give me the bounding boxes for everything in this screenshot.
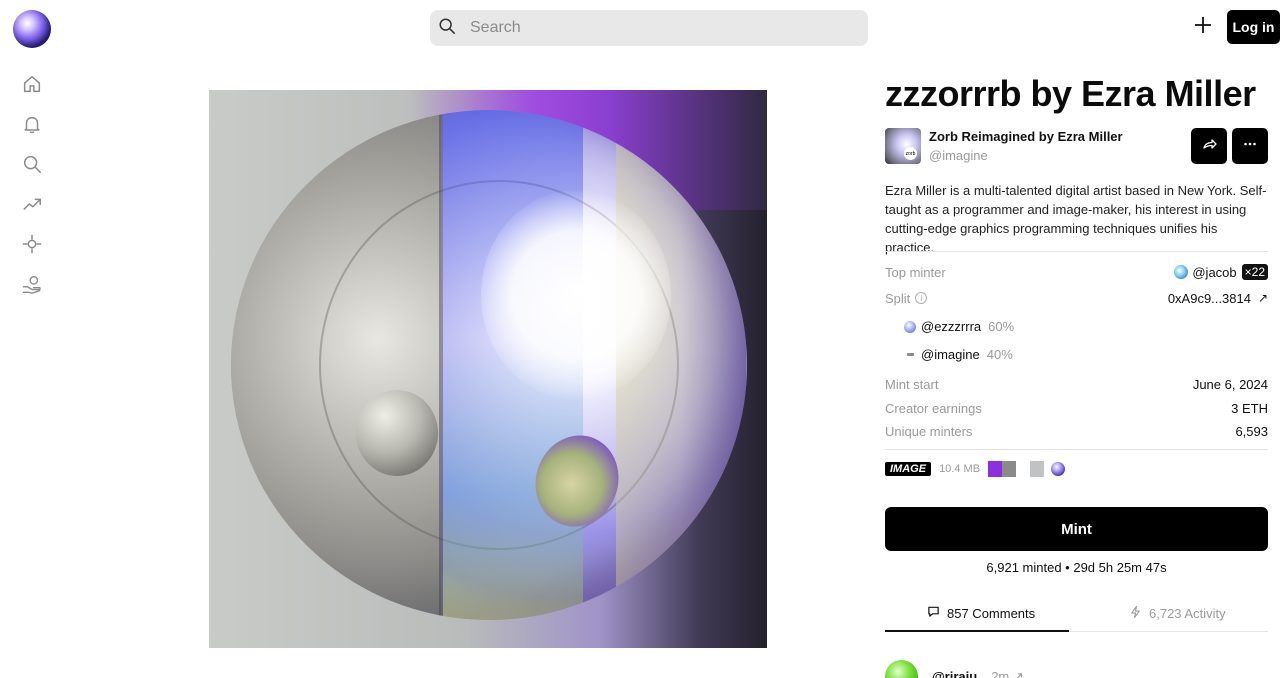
media-type-badge: IMAGE <box>885 462 932 476</box>
media-size: 10.4 MB <box>939 463 981 475</box>
split-label: Split <box>885 290 911 306</box>
lightning-icon <box>1129 605 1149 622</box>
comment-time: 2m ↗ <box>991 668 1024 678</box>
token-description: Ezra Miller is a multi-talented digital … <box>885 183 1267 255</box>
sidebar-nav <box>18 72 48 312</box>
tab-divider <box>1069 631 1268 632</box>
search-icon <box>21 153 43 180</box>
unique-minters-value: 6,593 <box>1235 423 1268 439</box>
divider <box>885 251 1268 252</box>
mint-start-row: Mint start June 6, 2024 <box>885 375 1268 393</box>
creator-earnings-label: Creator earnings <box>885 400 982 416</box>
hand-coin-icon <box>21 273 43 300</box>
creator-earnings-row: Creator earnings 3 ETH <box>885 399 1268 417</box>
divider <box>885 449 1268 450</box>
color-swatch <box>988 461 1003 477</box>
unique-minters-label: Unique minters <box>885 423 973 439</box>
app-logo-orb[interactable] <box>13 10 51 48</box>
collection-thumb-badge: zorb <box>904 147 917 160</box>
token-title: zzzorrrb by Ezra Miller <box>885 73 1256 114</box>
split-row: Split i 0xA9c9...3814 ↗ <box>885 289 1268 307</box>
comment-user[interactable]: @rjraju <box>932 669 977 678</box>
top-minter-label: Top minter <box>885 264 946 280</box>
sidebar-item-explore[interactable] <box>18 232 46 260</box>
bell-icon <box>21 113 43 140</box>
split-recipient[interactable]: @imagine 40% <box>904 347 1013 362</box>
tab-comments[interactable]: 857 Comments <box>927 603 1035 623</box>
mint-start-value: June 6, 2024 <box>1192 376 1268 392</box>
split-recipient-name: @ezzzrrra <box>921 319 982 334</box>
top-minter-row: Top minter @jacob ×22 <box>885 263 1268 281</box>
login-button[interactable]: Log in <box>1227 10 1280 44</box>
comment-icon <box>927 605 947 621</box>
search-placeholder: Search <box>470 19 521 36</box>
mint-count-badge: ×22 <box>1241 264 1268 280</box>
collection-name[interactable]: Zorb Reimagined by Ezra Miller <box>929 129 1123 144</box>
color-swatch <box>1002 461 1017 477</box>
sphere-inner-ball <box>356 390 438 476</box>
trending-icon <box>21 193 43 220</box>
artwork-image[interactable] <box>209 90 767 648</box>
split-recipient-pct: 40% <box>986 347 1013 362</box>
tab-comments-label: 857 Comments <box>947 605 1036 621</box>
split-address-link[interactable]: 0xA9c9...3814 ↗ <box>1168 291 1268 306</box>
collection-link[interactable]: zorb Zorb Reimagined by Ezra Miller @ima… <box>885 128 1123 164</box>
tab-activity-label: 6,723 Activity <box>1149 605 1226 621</box>
tab-activity[interactable]: 6,723 Activity <box>1129 603 1226 623</box>
collection-handle[interactable]: @imagine <box>929 148 1123 163</box>
split-address: 0xA9c9...3814 <box>1167 290 1251 306</box>
info-icon[interactable]: i <box>915 292 928 304</box>
media-thumbnail[interactable] <box>1051 462 1066 476</box>
color-swatch <box>1030 461 1045 477</box>
recipient-avatar <box>904 349 916 361</box>
unique-minters-row: Unique minters 6,593 <box>885 422 1268 440</box>
top-minter-handle[interactable]: @jacob <box>1192 265 1236 280</box>
crosshair-icon <box>21 233 43 260</box>
split-recipient[interactable]: @ezzzrrra 60% <box>904 319 1014 334</box>
artwork-sphere <box>231 110 747 620</box>
more-options-button[interactable] <box>1232 128 1268 164</box>
minter-avatar <box>1174 265 1189 279</box>
active-tab-indicator <box>885 630 1069 632</box>
collection-thumbnail: zorb <box>885 128 921 164</box>
recipient-avatar <box>904 320 916 333</box>
search-input[interactable]: Search <box>430 10 868 46</box>
mint-start-label: Mint start <box>885 376 939 392</box>
sphere-light-core <box>481 190 671 400</box>
media-info: IMAGE 10.4 MB <box>885 461 1066 477</box>
external-link-icon: ↗ <box>1257 291 1268 305</box>
search-icon <box>438 17 456 40</box>
sidebar-item-search[interactable] <box>18 152 46 180</box>
share-icon <box>1201 136 1217 157</box>
split-recipient-name: @imagine <box>921 347 980 362</box>
sidebar-item-home[interactable] <box>18 72 46 100</box>
home-icon <box>21 73 43 100</box>
sidebar-item-notifications[interactable] <box>18 112 46 140</box>
comment-item: @rjraju 2m ↗ <box>885 660 1024 678</box>
more-icon <box>1242 136 1258 157</box>
creator-earnings-value: 3 ETH <box>1231 400 1268 416</box>
sidebar-item-earn[interactable] <box>18 272 46 300</box>
mint-status: 6,921 minted • 29d 5h 25m 47s <box>986 560 1167 575</box>
share-button[interactable] <box>1191 128 1227 164</box>
create-button[interactable] <box>1190 14 1216 40</box>
mint-button[interactable]: Mint <box>885 507 1268 551</box>
sphere-seam <box>439 110 443 620</box>
split-recipient-pct: 60% <box>988 319 1015 334</box>
avatar[interactable] <box>885 660 918 678</box>
sidebar-item-trending[interactable] <box>18 192 46 220</box>
plus-icon <box>1193 15 1213 40</box>
